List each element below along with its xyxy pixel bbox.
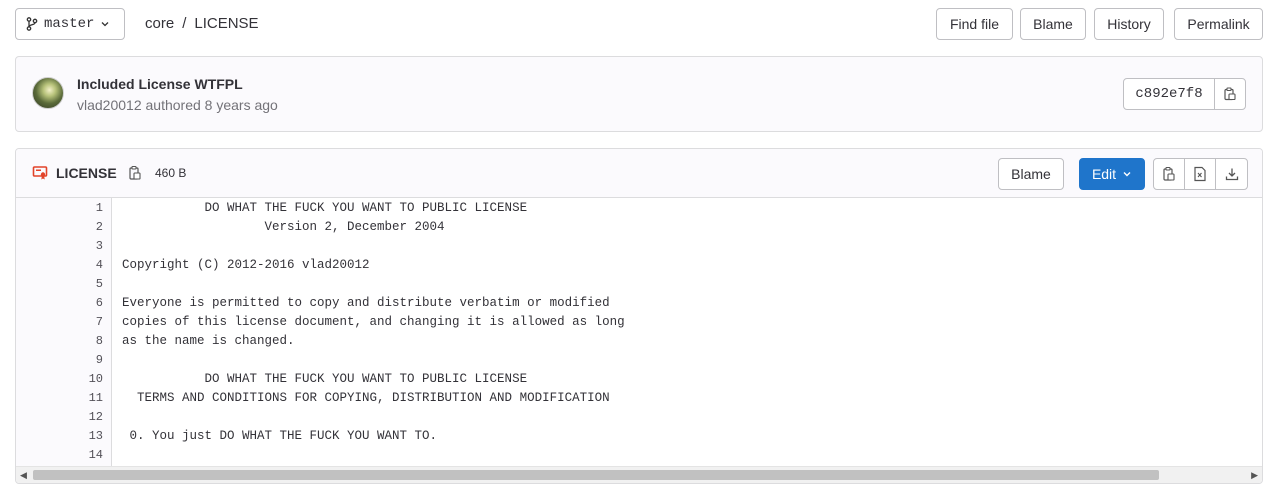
commit-sha-group: c892e7f8 — [1123, 78, 1246, 110]
line-number[interactable]: 11 — [63, 391, 103, 405]
copy-path-icon[interactable] — [128, 165, 142, 181]
line-number[interactable]: 2 — [63, 220, 103, 234]
find-file-button[interactable]: Find file — [936, 8, 1013, 40]
breadcrumb-file[interactable]: LICENSE — [194, 15, 258, 32]
copy-contents-button[interactable] — [1154, 159, 1185, 189]
branch-icon — [26, 17, 38, 31]
breadcrumb-project[interactable]: core — [145, 15, 174, 32]
line-number[interactable]: 13 — [63, 429, 103, 443]
file-viewer: LICENSE 460 B Blame Edit 1 2 3 4 5 6 7 8… — [15, 148, 1263, 484]
branch-dropdown[interactable]: master — [15, 8, 125, 40]
line-number[interactable]: 12 — [63, 410, 103, 424]
code-view: 1 2 3 4 5 6 7 8 9 10 11 12 13 14 DO WHAT THE FUCK YOU… — [16, 198, 1262, 466]
code-line: copies of this license document, and cha… — [122, 315, 625, 329]
breadcrumb-separator: / — [182, 15, 187, 32]
line-number[interactable]: 14 — [63, 448, 103, 462]
copy-icon — [1162, 166, 1176, 182]
file-header: LICENSE 460 B Blame Edit — [16, 149, 1262, 198]
code-line: Everyone is permitted to copy and distri… — [122, 296, 610, 310]
commit-sha[interactable]: c892e7f8 — [1124, 79, 1215, 109]
scroll-right-arrow-icon[interactable]: ▶ — [1251, 470, 1258, 481]
line-number[interactable]: 7 — [63, 315, 103, 329]
line-number[interactable]: 10 — [63, 372, 103, 386]
line-number[interactable]: 3 — [63, 239, 103, 253]
commit-title[interactable]: Included License WTFPL — [77, 76, 243, 92]
scroll-left-arrow-icon[interactable]: ◀ — [20, 470, 27, 481]
file-size: 460 B — [155, 166, 187, 180]
code-line: as the name is changed. — [122, 334, 295, 348]
code-line: Copyright (C) 2012-2016 vlad20012 — [122, 258, 370, 272]
chevron-down-icon — [1122, 169, 1132, 179]
open-raw-button[interactable] — [1185, 159, 1216, 189]
line-number[interactable]: 6 — [63, 296, 103, 310]
line-number[interactable]: 5 — [63, 277, 103, 291]
code-line: 0. You just DO WHAT THE FUCK YOU WANT TO… — [122, 429, 438, 443]
code-line: Version 2, December 2004 — [122, 220, 445, 234]
file-name: LICENSE — [56, 165, 117, 181]
raw-file-icon — [1193, 166, 1207, 182]
code-line: DO WHAT THE FUCK YOU WANT TO PUBLIC LICE… — [122, 201, 528, 215]
blame-button[interactable]: Blame — [1020, 8, 1086, 40]
line-number[interactable]: 1 — [63, 201, 103, 215]
avatar[interactable] — [32, 77, 64, 109]
history-button[interactable]: History — [1094, 8, 1164, 40]
copy-sha-button[interactable] — [1215, 79, 1245, 109]
edit-dropdown-button[interactable]: Edit — [1079, 158, 1145, 190]
license-file-icon — [32, 165, 48, 181]
code-line: TERMS AND CONDITIONS FOR COPYING, DISTRI… — [122, 391, 610, 405]
line-number[interactable]: 8 — [63, 334, 103, 348]
branch-name: master — [44, 16, 95, 32]
commit-meta: vlad20012 authored 8 years ago — [77, 97, 278, 113]
code-line: DO WHAT THE FUCK YOU WANT TO PUBLIC LICE… — [122, 372, 528, 386]
chevron-down-icon — [100, 19, 110, 29]
scrollbar-thumb[interactable] — [33, 470, 1159, 480]
file-blame-button[interactable]: Blame — [998, 158, 1064, 190]
file-actions-group — [1153, 158, 1248, 190]
permalink-button[interactable]: Permalink — [1174, 8, 1263, 40]
last-commit-panel: Included License WTFPL vlad20012 authore… — [15, 56, 1263, 132]
edit-label: Edit — [1091, 166, 1117, 182]
line-number[interactable]: 4 — [63, 258, 103, 272]
download-button[interactable] — [1216, 159, 1247, 189]
line-number-gutter: 1 2 3 4 5 6 7 8 9 10 11 12 13 14 — [16, 198, 112, 466]
line-number[interactable]: 9 — [63, 353, 103, 367]
breadcrumb: core / LICENSE — [145, 15, 259, 32]
download-icon — [1225, 167, 1239, 181]
horizontal-scrollbar[interactable]: ◀ ▶ — [16, 466, 1262, 483]
copy-icon — [1223, 87, 1237, 101]
